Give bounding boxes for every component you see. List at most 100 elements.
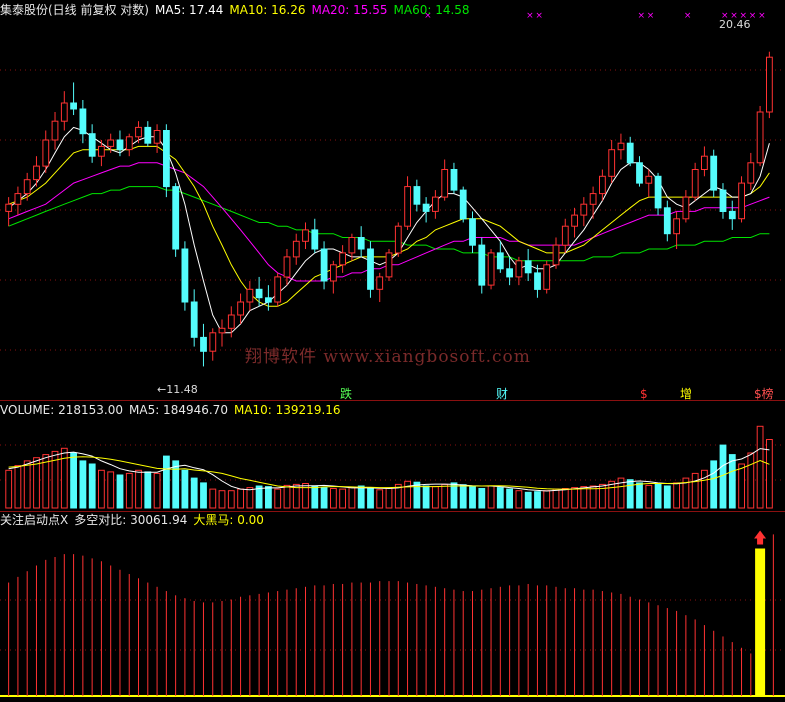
watermark: 翔博软件 www.xiangbosoft.com bbox=[245, 347, 531, 367]
candle-body bbox=[144, 126, 152, 144]
candle-body bbox=[766, 56, 773, 113]
volume-bar bbox=[311, 485, 319, 509]
candle-body bbox=[42, 139, 50, 167]
ma10-label: MA10: 16.26 bbox=[229, 3, 306, 17]
volume-bar bbox=[432, 486, 439, 509]
event-marker-dollar[interactable]: $ bbox=[640, 387, 648, 401]
candle-body bbox=[116, 139, 124, 151]
volume-bar bbox=[413, 481, 421, 509]
candle-body bbox=[376, 276, 384, 290]
volume-bar bbox=[450, 482, 458, 509]
candle-body bbox=[487, 252, 495, 286]
event-marker-zeng[interactable]: 增 bbox=[680, 387, 692, 401]
candle-body bbox=[292, 240, 300, 258]
event-marker-bang[interactable]: $榜 bbox=[754, 387, 774, 401]
ma10-path bbox=[8, 145, 770, 307]
volume-bar bbox=[478, 488, 486, 509]
price-header: 集泰股份(日线 前复权 对数) MA5: 17.44 MA10: 16.26 MA20… bbox=[0, 2, 476, 18]
volume-bar bbox=[367, 488, 374, 509]
heima-value: 大黑马: 0.00 bbox=[193, 513, 264, 527]
candle-body bbox=[459, 189, 467, 220]
volume-bar bbox=[385, 487, 393, 509]
volume-bar bbox=[200, 482, 207, 509]
candle-body bbox=[617, 142, 625, 151]
candle-body bbox=[496, 252, 504, 270]
price-low-label: ←11.48 bbox=[157, 383, 198, 396]
candle-body bbox=[561, 225, 569, 246]
candle-body bbox=[88, 133, 96, 157]
stock-title[interactable]: 集泰股份(日线 前复权 对数) bbox=[0, 3, 149, 17]
volume-bar bbox=[404, 480, 412, 509]
candle-body bbox=[450, 169, 458, 191]
candle-body bbox=[506, 268, 514, 278]
candle-body bbox=[209, 332, 217, 352]
volume-bar bbox=[626, 479, 634, 509]
volume-bar bbox=[496, 487, 504, 509]
signal-x-icon: × bbox=[526, 11, 534, 21]
candlestick-series bbox=[5, 51, 773, 367]
candle-body bbox=[302, 229, 309, 242]
candle-body bbox=[23, 179, 31, 195]
volume-bar bbox=[561, 488, 569, 509]
candle-body bbox=[636, 162, 643, 184]
candle-body bbox=[14, 193, 22, 205]
event-marker-die[interactable]: 跌 bbox=[340, 387, 352, 401]
signal-x-icon: × bbox=[647, 11, 655, 21]
candle-body bbox=[441, 169, 449, 198]
volume-bar bbox=[135, 469, 142, 509]
candle-body bbox=[701, 155, 708, 170]
signal-x-icon: × bbox=[684, 11, 692, 21]
event-marker-cai[interactable]: 财 bbox=[496, 387, 508, 401]
volume-bar bbox=[728, 454, 736, 509]
candle-body bbox=[673, 218, 681, 235]
volume-bar bbox=[376, 489, 384, 509]
candle-body bbox=[218, 327, 226, 334]
volume-ma5: MA5: 184946.70 bbox=[129, 403, 228, 417]
signal-x-icon: × bbox=[758, 11, 766, 21]
volume-bar bbox=[60, 447, 68, 509]
candle-body bbox=[524, 260, 532, 274]
indicator-bars bbox=[0, 530, 785, 697]
candle-body bbox=[311, 229, 319, 250]
volume-bar bbox=[422, 485, 430, 509]
volume-bar bbox=[487, 485, 495, 509]
volume-bar bbox=[756, 425, 764, 509]
candle-body bbox=[237, 301, 244, 316]
candle-body bbox=[265, 297, 272, 303]
volume-bar bbox=[116, 474, 124, 509]
volume-bar bbox=[70, 452, 77, 509]
volume-bar bbox=[459, 484, 467, 509]
candle-body bbox=[330, 264, 337, 282]
candle-body bbox=[98, 145, 105, 157]
volume-bar bbox=[190, 477, 198, 509]
candle-body bbox=[227, 314, 235, 329]
volume-bar bbox=[506, 488, 514, 509]
volume-bar bbox=[515, 490, 523, 509]
ma5-line bbox=[8, 126, 770, 334]
volume-bar bbox=[246, 487, 254, 509]
volume-bar bbox=[747, 452, 755, 509]
volume-bar bbox=[33, 457, 40, 509]
volume-bar bbox=[719, 444, 727, 509]
volume-bar bbox=[14, 465, 22, 509]
volume-bar bbox=[552, 488, 560, 509]
volume-bar bbox=[645, 484, 653, 509]
candle-body bbox=[432, 196, 439, 212]
volume-bar bbox=[636, 482, 643, 509]
candle-body bbox=[747, 162, 755, 184]
candle-body bbox=[367, 248, 374, 290]
candle-body bbox=[691, 169, 699, 198]
volume-bar bbox=[79, 460, 87, 509]
candle-body bbox=[135, 126, 142, 138]
volume-bar bbox=[673, 482, 681, 509]
volume-bar bbox=[283, 484, 291, 509]
candle-body bbox=[413, 186, 421, 205]
candle-body bbox=[710, 155, 718, 191]
candle-body bbox=[534, 272, 541, 290]
indicator-highlight-bar bbox=[755, 548, 766, 696]
volume-bar bbox=[88, 463, 96, 509]
volume-bar bbox=[107, 471, 115, 509]
candle-body bbox=[348, 237, 356, 254]
volume-bar bbox=[125, 472, 133, 509]
candle-body bbox=[5, 203, 13, 212]
